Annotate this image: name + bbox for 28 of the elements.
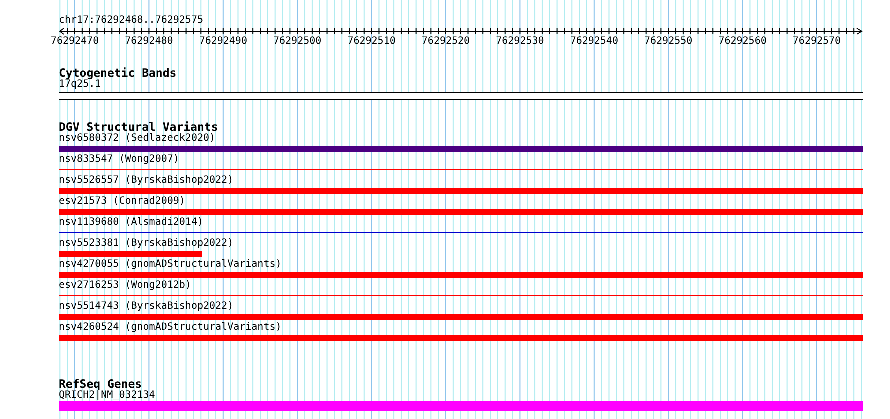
axis-label: 76292510 bbox=[348, 36, 396, 47]
axis-label: 76292470 bbox=[50, 36, 100, 47]
feature-bar[interactable] bbox=[59, 146, 863, 152]
axis-label: 76292520 bbox=[422, 36, 470, 47]
track-title: Cytogenetic Bands bbox=[59, 67, 178, 79]
feature-label[interactable]: nsv5514743 (ByrskaBishop2022) bbox=[59, 301, 863, 313]
track-title: DGV Structural Variants bbox=[59, 121, 220, 133]
axis-label: 76292540 bbox=[570, 36, 618, 47]
feature-label[interactable]: nsv833547 (Wong2007) bbox=[59, 154, 863, 166]
axis-label: 76292530 bbox=[496, 36, 544, 47]
feature-label[interactable]: QRICH2|NM_032134 bbox=[59, 390, 863, 402]
feature-label[interactable]: nsv4260524 (gnomADStructuralVariants) bbox=[59, 322, 863, 334]
location-text: chr17:76292468..76292575 bbox=[59, 15, 204, 27]
feature-label[interactable]: nsv5523381 (ByrskaBishop2022) bbox=[59, 238, 863, 250]
axis-label: 76292480 bbox=[125, 36, 174, 47]
feature-label[interactable]: esv21573 (Conrad2009) bbox=[59, 196, 863, 208]
feature-label[interactable]: nsv4270055 (gnomADStructuralVariants) bbox=[59, 259, 863, 271]
feature-label[interactable]: nsv5526557 (ByrskaBishop2022) bbox=[59, 175, 863, 187]
axis-label: 76292570 bbox=[792, 36, 842, 47]
feature-label[interactable]: nsv6580372 (Sedlazeck2020) bbox=[59, 133, 863, 145]
feature-label[interactable]: 17q25.1 bbox=[59, 79, 863, 91]
feature-label[interactable]: nsv1139680 (Alsmadi2014) bbox=[59, 217, 863, 229]
axis-label: 76292560 bbox=[718, 36, 767, 47]
axis-label: 76292500 bbox=[274, 36, 322, 47]
feature-label[interactable]: esv2716253 (Wong2012b) bbox=[59, 280, 863, 292]
track-title: RefSeq Genes bbox=[59, 378, 142, 390]
axis-label: 76292490 bbox=[199, 36, 248, 47]
axis-label: 76292550 bbox=[644, 36, 693, 47]
